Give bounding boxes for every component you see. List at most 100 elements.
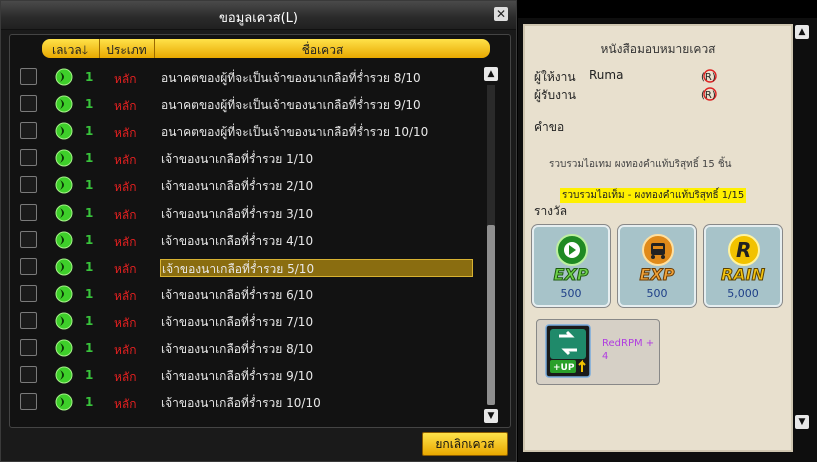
item-reward-name: RedRPM + 4: [602, 338, 655, 362]
request-text: รวบรวมไอเทม ผงทองคำแท้บริสุทธิ์ 15 ชิ้น: [549, 159, 732, 170]
close-icon[interactable]: ✕: [494, 7, 508, 21]
scroll-thumb[interactable]: [487, 225, 495, 405]
quest-level: 1: [85, 97, 94, 112]
quest-name: เจ้าของนาเกลือที่ร่ำรวย 2/10: [161, 179, 314, 194]
quest-checkbox[interactable]: [20, 366, 37, 384]
quest-name: เจ้าของนาเกลือที่ร่ำรวย 9/10: [161, 369, 314, 384]
column-name[interactable]: ชื่อเควส: [155, 41, 490, 60]
quest-row[interactable]: 1 หลัก เจ้าของนาเกลือที่ร่ำรวย 8/10: [10, 335, 480, 362]
column-type[interactable]: ประเภท: [100, 41, 153, 60]
cancel-quest-button[interactable]: ยกเลิกเควส: [422, 432, 508, 456]
quest-type-icon: [55, 339, 73, 357]
svg-text:R: R: [736, 238, 751, 262]
svg-text:(R): (R): [701, 72, 716, 83]
svg-text:+UP: +UP: [553, 363, 575, 373]
quest-type-icon: [55, 95, 73, 113]
quest-type-icon: [55, 176, 73, 194]
quest-checkbox[interactable]: [20, 311, 37, 329]
scroll-track[interactable]: [487, 85, 495, 405]
quest-checkbox[interactable]: [20, 95, 37, 113]
sort-arrow-icon: 🡓: [81, 43, 88, 57]
reward-exp-slot[interactable]: EXP 500: [618, 225, 696, 307]
quest-level: 1: [85, 395, 94, 410]
quest-level: 1: [85, 70, 94, 84]
quest-row[interactable]: 1 หลัก อนาคตของผู้ที่จะเป็นเจ้าของนาเกลือท…: [10, 91, 480, 118]
window-title-bar[interactable]: ขอมูลเควส(L) ✕: [1, 1, 516, 30]
scroll-down-icon[interactable]: ▼: [795, 415, 809, 429]
quest-type: หลัก: [114, 72, 137, 86]
reward-value: 500: [646, 287, 668, 300]
quest-row[interactable]: 1 หลัก เจ้าของนาเกลือที่ร่ำรวย 3/10: [10, 200, 480, 227]
quest-row[interactable]: 1 หลัก อนาคตของผู้ที่จะเป็นเจ้าของนาเกลือท…: [10, 64, 480, 91]
item-reward-slot[interactable]: +UP RedRPM + 4: [536, 319, 660, 385]
quest-type: หลัก: [114, 315, 137, 330]
reward-exp-slot[interactable]: EXP 500: [532, 225, 610, 307]
quest-list-scrollbar[interactable]: ▲ ▼: [484, 67, 498, 423]
quest-type-icon: [55, 204, 73, 221]
quest-type: หลัก: [114, 397, 137, 412]
quest-row[interactable]: 1 หลัก เจ้าของนาเกลือที่ร่ำรวย 6/10: [10, 281, 480, 308]
quest-level: 1: [85, 124, 94, 139]
quest-row[interactable]: 1 หลัก เจ้าของนาเกลือที่ร่ำรวย 7/10: [10, 308, 480, 335]
quest-progress: รวบรวมไอเท็ม - ผงทองคำแท้บริสุทธิ์ 1/15: [560, 188, 747, 203]
quest-level: 1: [85, 178, 94, 193]
reward-rain-slot[interactable]: R RAIN 5,000: [704, 225, 782, 307]
quest-type: หลัก: [114, 261, 137, 276]
reward-name: EXP: [553, 265, 589, 285]
column-level[interactable]: เลเวล🡓: [42, 41, 98, 62]
quest-row[interactable]: 1 หลัก เจ้าของนาเกลือที่ร่ำรวย 10/10: [10, 389, 480, 416]
quest-document-scrollbar[interactable]: ▲ ▼: [795, 25, 809, 429]
quest-name: เจ้าของนาเกลือที่ร่ำรวย 1/10: [161, 152, 314, 167]
reward-value: 5,000: [727, 287, 759, 300]
quest-checkbox[interactable]: [20, 230, 37, 248]
quest-name: เจ้าของนาเกลือที่ร่ำรวย 6/10: [161, 287, 314, 302]
quest-paper: หนังสือมอบหมายเควส ผู้ให้งาน Ruma (R) ผู…: [523, 24, 793, 452]
quest-name: เจ้าของนาเกลือที่ร่ำรวย 10/10: [161, 396, 321, 411]
quest-name: เจ้าของนาเกลือที่ร่ำรวย 5/10: [160, 258, 473, 277]
receiver-label: ผู้รับงาน: [534, 88, 576, 102]
quest-row[interactable]: 1 หลัก เจ้าของนาเกลือที่ร่ำรวย 4/10: [10, 227, 480, 254]
scroll-down-icon[interactable]: ▼: [484, 409, 498, 423]
quest-checkbox[interactable]: [20, 149, 37, 167]
exp-orb-icon: [642, 234, 674, 266]
scroll-up-icon[interactable]: ▲: [795, 25, 809, 39]
quest-row[interactable]: 1 หลัก อนาคตของผู้ที่จะเป็นเจ้าของนาเกลือท…: [10, 118, 480, 145]
quest-checkbox[interactable]: [20, 203, 37, 221]
quest-row[interactable]: 1 หลัก เจ้าของนาเกลือที่ร่ำรวย 1/10: [10, 145, 480, 172]
rain-coin-icon: R: [728, 234, 760, 266]
reward-name: EXP: [639, 265, 675, 285]
reward-name: RAIN: [720, 265, 766, 285]
quest-checkbox[interactable]: [20, 257, 37, 275]
exp-orb-icon: [556, 234, 588, 266]
quest-row[interactable]: 1 หลัก เจ้าของนาเกลือที่ร่ำรวย 5/10: [10, 254, 480, 281]
quest-type: หลัก: [114, 288, 137, 303]
quest-type: หลัก: [114, 370, 137, 385]
quest-name: เจ้าของนาเกลือที่ร่ำรวย 4/10: [161, 233, 314, 248]
quest-type-icon: [55, 366, 73, 384]
quest-type: หลัก: [114, 234, 137, 249]
quest-checkbox[interactable]: [20, 284, 37, 302]
quest-level: 1: [85, 313, 94, 328]
rf-emblem-icon: (R): [701, 69, 717, 83]
quest-checkbox[interactable]: [20, 339, 37, 356]
quest-checkbox[interactable]: [20, 176, 37, 194]
quest-name: อนาคตของผู้ที่จะเป็นเจ้าของนาเกลือที่ร่ำ…: [161, 98, 421, 113]
quest-row[interactable]: 1 หลัก เจ้าของนาเกลือที่ร่ำรวย 2/10: [10, 172, 480, 199]
column-level-label: เลเวล: [52, 43, 82, 57]
quest-checkbox[interactable]: [20, 68, 37, 85]
quest-type-icon: [55, 312, 73, 330]
quest-row[interactable]: 1 หลัก เจ้าของนาเกลือที่ร่ำรวย 9/10: [10, 362, 480, 389]
quest-type-icon: [55, 285, 73, 303]
quest-level: 1: [85, 259, 94, 274]
quest-type: หลัก: [114, 207, 137, 222]
quest-type-icon: [55, 149, 73, 167]
quest-type-icon: [55, 122, 73, 140]
quest-type: หลัก: [114, 180, 137, 195]
quest-level: 1: [85, 368, 94, 383]
quest-checkbox[interactable]: [20, 393, 37, 411]
quest-checkbox[interactable]: [20, 122, 37, 140]
quest-level: 1: [85, 341, 94, 355]
window-title: ขอมูลเควส(L): [219, 11, 298, 26]
quest-type: หลัก: [114, 126, 137, 141]
scroll-up-icon[interactable]: ▲: [484, 67, 498, 81]
